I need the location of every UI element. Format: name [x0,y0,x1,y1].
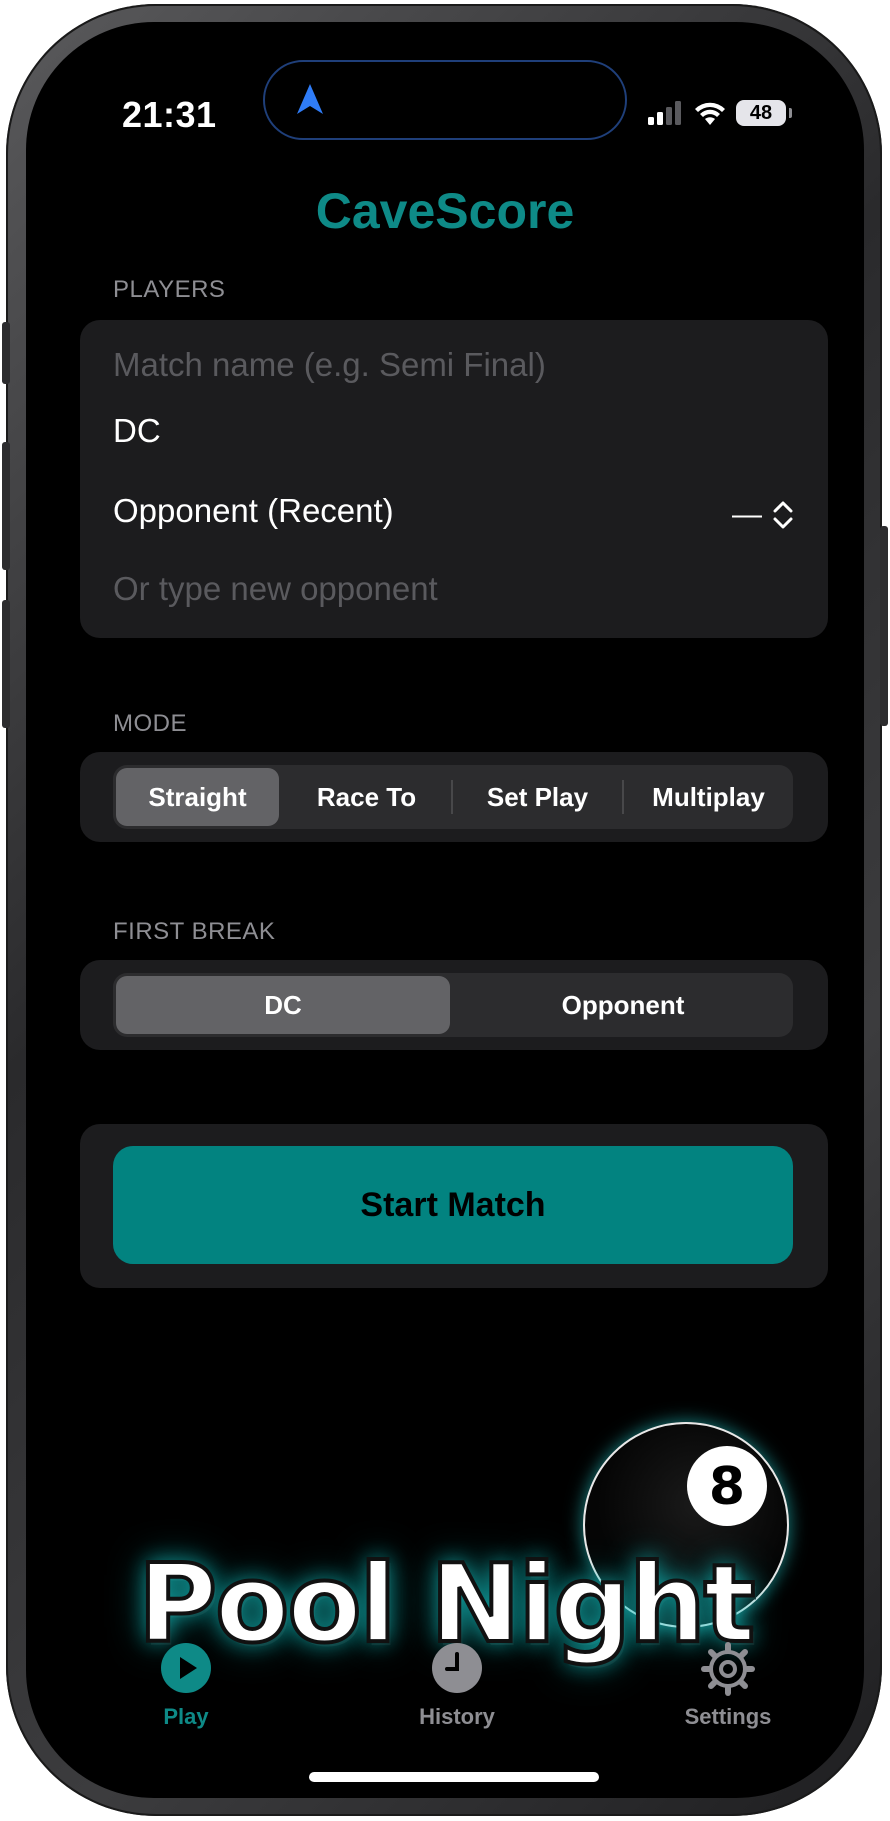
battery-indicator: 48 [736,100,792,126]
volume-up-button [2,442,10,570]
first-break-card: DC Opponent [80,960,828,1050]
players-section-header: PLAYERS [113,276,226,303]
players-card: Match name (e.g. Semi Final) DC Opponent… [80,320,828,638]
new-opponent-input[interactable]: Or type new opponent [113,570,438,608]
status-time: 21:31 [122,94,217,135]
first-break-section-header: FIRST BREAK [113,918,276,945]
tab-play-label: Play [163,1704,209,1729]
wifi-icon [695,102,725,125]
segment-divider [451,780,453,814]
app-title: CaveScore [315,183,575,239]
play-icon [161,1643,211,1693]
eight-ball-number: 8 [709,1457,745,1517]
player-name-field[interactable]: DC [113,412,161,450]
app-screen: 21:31 48 CaveScore PLAYERS Match name (e… [26,22,864,1798]
chevron-up-down-icon [773,501,793,529]
status-icons: 48 [648,100,792,126]
first-break-option-dc[interactable]: DC [116,976,450,1034]
mode-option-straight[interactable]: Straight [116,768,279,826]
cellular-signal-icon [648,101,681,125]
mode-segmented-control: Straight Race To Set Play Multiplay [113,765,793,829]
mode-option-race-to[interactable]: Race To [285,768,448,826]
location-arrow-icon [297,84,323,114]
mode-option-multiplay[interactable]: Multiplay [627,768,790,826]
segment-divider [622,780,624,814]
tab-settings[interactable]: Settings [658,1642,798,1730]
eight-ball-icon: 8 [687,1446,767,1526]
tab-history[interactable]: History [387,1642,527,1730]
first-break-option-opponent[interactable]: Opponent [456,976,790,1034]
start-match-button[interactable]: Start Match [113,1146,793,1264]
tab-play[interactable]: Play [116,1642,256,1730]
gear-icon [701,1642,755,1696]
match-name-input[interactable]: Match name (e.g. Semi Final) [113,346,546,384]
mode-option-set-play[interactable]: Set Play [456,768,619,826]
dynamic-island [263,60,627,140]
mode-section-header: MODE [113,710,187,737]
power-button [880,526,888,726]
action-button [2,322,10,384]
volume-down-button [2,600,10,728]
first-break-segmented-control: DC Opponent [113,973,793,1037]
clock-icon [432,1643,482,1693]
mode-card: Straight Race To Set Play Multiplay [80,752,828,842]
tab-settings-label: Settings [684,1704,772,1729]
start-match-card: Start Match [80,1124,828,1288]
tab-history-label: History [419,1704,495,1729]
opponent-picker[interactable]: — [732,498,794,532]
home-indicator[interactable] [309,1772,599,1782]
opponent-picker-value: — [732,498,762,531]
opponent-picker-label: Opponent (Recent) [113,492,394,529]
